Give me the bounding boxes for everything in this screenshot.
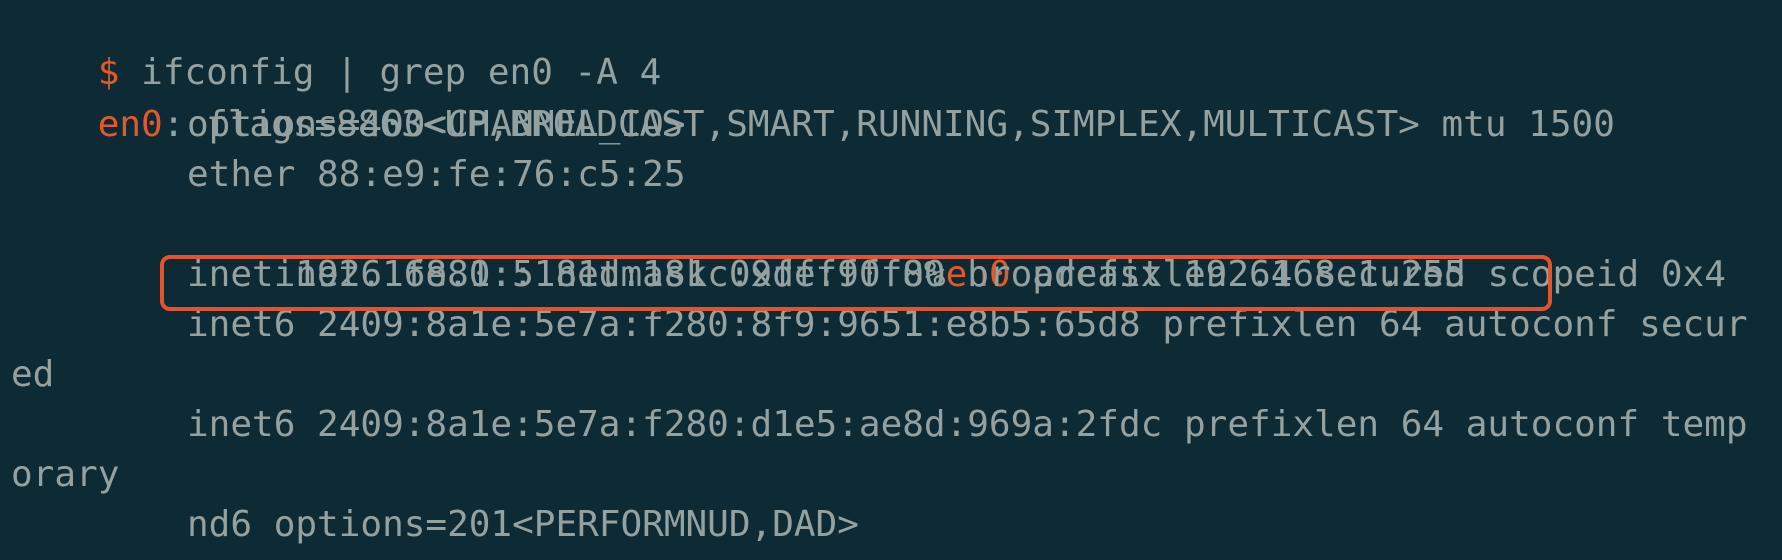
- inet6-secured-wrap: ed: [11, 354, 55, 395]
- nd6-options-line: nd6 options=201<PERFORMNUD,DAD>: [187, 504, 859, 545]
- options-line: options=400<CHANNEL_IO>: [187, 104, 686, 145]
- inet6-temporary-wrap: orary: [11, 454, 120, 495]
- interface-header-line: en0: flags=8863<UP,BROADCAST,SMART,RUNNI…: [11, 50, 1615, 145]
- ipv4-highlight-box: [160, 255, 1552, 311]
- inet6-temporary-line: inet6 2409:8a1e:5e7a:f280:d1e5:ae8d:969a…: [187, 404, 1748, 445]
- ether-line: ether 88:e9:fe:76:c5:25: [187, 154, 686, 195]
- inet6-link-local-line: inet6 fe80::181d:181c:9de:90f8%en0 prefi…: [11, 200, 1726, 295]
- terminal-window[interactable]: $ ifconfig | grep en0 -A 4 en0: flags=88…: [0, 0, 1782, 560]
- command-line: $ ifconfig | grep en0 -A 4: [11, 0, 662, 93]
